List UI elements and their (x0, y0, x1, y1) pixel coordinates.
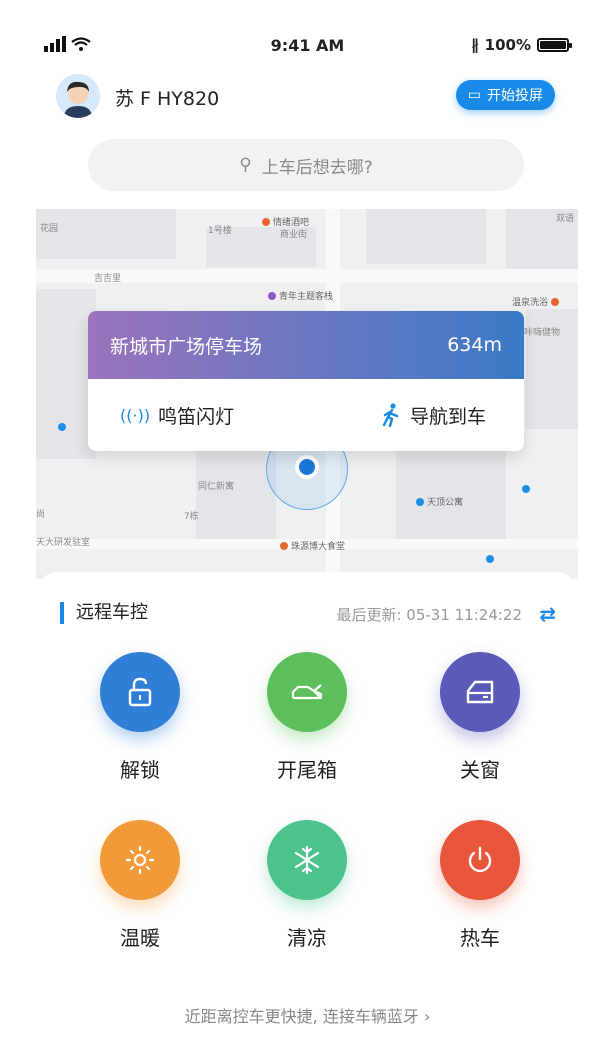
power-icon (440, 820, 520, 900)
panel-title: 远程车控 (60, 602, 148, 624)
warm-button[interactable]: 温暖 (80, 820, 200, 951)
battery-percent: 100% (484, 36, 531, 54)
warm-up-engine-button[interactable]: 热车 (420, 820, 540, 951)
map-label: 天大研发驻室 (36, 538, 91, 548)
map-label: 7栋 (184, 512, 199, 522)
map-label: 吉吉里 (94, 274, 122, 284)
map-label: 尚 (36, 510, 46, 520)
destination-search[interactable]: ⚲ 上车后想去哪? (88, 139, 524, 191)
cast-label: 开始投屏 (487, 88, 543, 104)
map-label: 咔嗨健物 (524, 328, 561, 338)
start-cast-button[interactable]: ▭ 开始投屏 (455, 80, 555, 110)
app-header: 苏 F HY820 ▭ 开始投屏 (0, 70, 615, 130)
window-icon (440, 652, 520, 732)
search-icon: ⚲ (239, 155, 252, 175)
open-trunk-button[interactable]: 开尾箱 (247, 652, 367, 783)
close-window-button[interactable]: 关窗 (420, 652, 540, 783)
horn-flash-button[interactable]: ((·)) 鸣笛闪灯 (120, 402, 234, 429)
license-plate: 苏 F HY820 (115, 88, 220, 110)
unlock-icon (100, 652, 180, 732)
bluetooth-connect-link[interactable]: 近距离控车更快捷, 连接车辆蓝牙 › (0, 1003, 615, 1027)
control-label: 热车 (460, 926, 500, 950)
control-label: 关窗 (460, 758, 500, 782)
map-label: 同仁新寓 (198, 482, 235, 492)
map-poi: 青年主题客栈 (268, 289, 333, 302)
map-poi-marker (486, 555, 494, 563)
map-poi: 珠源博大食堂 (280, 539, 345, 552)
map-label: 商业街 (280, 230, 308, 240)
map-label: 双语 (556, 214, 575, 224)
map-poi-marker (58, 423, 66, 431)
last-update-time: 最后更新: 05-31 11:24:22 (336, 606, 522, 624)
horn-signal-icon: ((·)) (120, 405, 151, 425)
parking-distance: 634m (447, 334, 502, 356)
parking-info-card: 新城市广场停车场 634m ((·)) 鸣笛闪灯 导航到车 (88, 311, 524, 451)
snowflake-icon (267, 820, 347, 900)
parking-header: 新城市广场停车场 634m (88, 311, 524, 379)
status-right: ∦ 100% (471, 36, 572, 54)
trunk-icon (267, 652, 347, 732)
remote-control-panel: 远程车控 最后更新: 05-31 11:24:22 ⇄ 解锁 开尾箱 关窗 温暖… (36, 572, 578, 1064)
map-label: 1号楼 (208, 226, 232, 236)
location-pin-icon (295, 455, 319, 479)
horn-flash-label: 鸣笛闪灯 (158, 405, 235, 428)
screen-icon: ▭ (467, 87, 481, 103)
avatar[interactable] (56, 74, 100, 118)
map-poi-marker (522, 485, 530, 493)
search-placeholder: 上车后想去哪? (261, 157, 373, 178)
cool-button[interactable]: 清凉 (247, 820, 367, 951)
unlock-button[interactable]: 解锁 (80, 652, 200, 783)
sun-icon (100, 820, 180, 900)
navigate-to-car-button[interactable]: 导航到车 (380, 402, 486, 429)
map-poi: 温泉洗浴 (512, 295, 560, 308)
avatar-image (56, 74, 100, 118)
control-label: 温暖 (120, 926, 160, 950)
control-label: 清凉 (287, 926, 327, 950)
refresh-icon[interactable]: ⇄ (539, 602, 556, 626)
control-label: 解锁 (120, 758, 160, 782)
walking-icon (382, 403, 399, 427)
control-label: 开尾箱 (277, 758, 337, 782)
map-poi: 天顶公寓 (416, 495, 463, 508)
navigate-label: 导航到车 (409, 405, 486, 428)
battery-icon (537, 38, 572, 52)
parking-name: 新城市广场停车场 (110, 335, 263, 358)
bluetooth-icon: ∦ (471, 36, 479, 54)
map-label: 花园 (40, 224, 59, 234)
